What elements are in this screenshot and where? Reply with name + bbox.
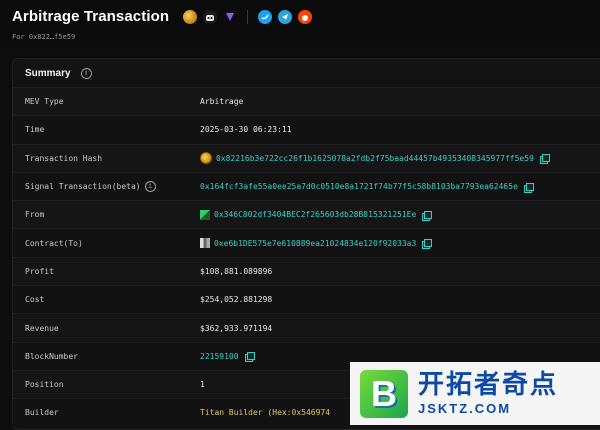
- row-label: Signal Transaction(beta) i: [13, 181, 200, 193]
- contract-avatar-icon: [200, 238, 210, 249]
- row-label: BlockNumber: [25, 351, 78, 361]
- cost-value: $254,052.881298: [200, 295, 273, 305]
- row-profit: Profit $108,881.089896: [13, 256, 600, 286]
- signal-transaction-value: 0x164fcf3afe55a0ee25a7d0c0510e8a1721f74b…: [200, 182, 534, 193]
- profit-value: $108,881.089896: [200, 266, 273, 276]
- watermark-logo-icon: [360, 369, 408, 418]
- from-value: 0x346C802df3404BEC2f265603db28B815321251…: [200, 209, 433, 221]
- icon-divider: [247, 9, 249, 24]
- revenue-value: $362,933.971194: [200, 323, 273, 333]
- transaction-hash-value: 0x82216b3e722cc26f1b1625078a2fdb2f75baad…: [200, 152, 550, 165]
- time-value: 2025-03-30 06:23:11: [200, 125, 292, 135]
- row-label: Builder: [25, 408, 59, 418]
- page-title: Arbitrage Transaction: [12, 8, 170, 25]
- coin-icon[interactable]: [183, 9, 198, 24]
- builder-link[interactable]: Titan Builder (Hex:0x546974: [200, 408, 330, 417]
- block-number-link[interactable]: 22159100: [200, 352, 239, 361]
- row-label: Time: [25, 125, 45, 135]
- position-value: 1: [200, 380, 205, 390]
- flashbots-icon[interactable]: [223, 10, 237, 24]
- mev-type-value: Arbitrage: [200, 97, 244, 107]
- watermark-domain: JSKTZ.COM: [418, 401, 512, 416]
- signal-transaction-link[interactable]: 0x164fcf3afe55a0ee25a7d0c0510e8a1721f74b…: [200, 182, 518, 191]
- from-address-link[interactable]: 0x346C802df3404BEC2f265603db28B815321251…: [214, 210, 416, 219]
- reddit-icon[interactable]: [298, 9, 313, 24]
- copy-icon[interactable]: [422, 239, 433, 250]
- row-label: Profit: [25, 266, 54, 276]
- copy-icon[interactable]: [539, 154, 550, 165]
- info-icon[interactable]: i: [80, 67, 92, 79]
- watermark-chinese-text: 开拓者奇点: [418, 370, 559, 400]
- row-label: MEV Type: [25, 97, 64, 107]
- for-address-subline: For 0x822…f5e59: [12, 33, 76, 41]
- row-from: From 0x346C802df3404BEC2f265603db28B8153…: [13, 200, 600, 229]
- bot-icon[interactable]: [203, 9, 218, 24]
- copy-icon[interactable]: [523, 182, 534, 193]
- row-label: Cost: [25, 295, 45, 305]
- watermark-text: 开拓者奇点 JSKTZ.COM: [418, 371, 558, 416]
- copy-icon[interactable]: [422, 210, 433, 221]
- contract-value: 0xe6b1DE575e7e610889ea21024834e120f92033…: [200, 238, 433, 250]
- title-row: Arbitrage Transaction: [12, 8, 313, 25]
- contract-address-link[interactable]: 0xe6b1DE575e7e610889ea21024834e120f92033…: [214, 239, 416, 248]
- watermark-banner: 开拓者奇点 JSKTZ.COM: [350, 362, 600, 425]
- row-label: Revenue: [25, 323, 59, 333]
- telegram-icon[interactable]: [278, 9, 293, 24]
- builder-value: Titan Builder (Hex:0x546974: [200, 408, 330, 417]
- transaction-hash-link[interactable]: 0x82216b3e722cc26f1b1625078a2fdb2f75baad…: [216, 154, 534, 163]
- block-number-value: 22159100: [200, 352, 255, 363]
- summary-title: Summary: [25, 67, 71, 79]
- info-icon[interactable]: i: [144, 181, 156, 193]
- copy-icon[interactable]: [244, 352, 255, 363]
- header-icon-group: [183, 9, 313, 24]
- row-mev-type: MEV Type Arbitrage: [13, 87, 600, 116]
- row-transaction-hash: Transaction Hash 0x82216b3e722cc26f1b162…: [13, 143, 600, 172]
- row-label: Position: [25, 380, 64, 390]
- row-signal-transaction: Signal Transaction(beta) i 0x164fcf3afe5…: [13, 171, 600, 201]
- row-revenue: Revenue $362,933.971194: [13, 313, 600, 342]
- top-header: Arbitrage Transaction For 0x822…f5e59: [0, 0, 600, 48]
- signal-label-text: Signal Transaction(beta): [25, 182, 141, 192]
- row-label: From: [25, 210, 45, 220]
- row-label: Contract(To): [25, 238, 83, 248]
- summary-header: Summary i: [13, 59, 600, 87]
- row-label: Transaction Hash: [25, 153, 103, 163]
- row-contract: Contract(To) 0xe6b1DE575e7e610889ea21024…: [13, 228, 600, 257]
- coin-icon: [200, 152, 212, 165]
- row-cost: Cost $254,052.881298: [13, 285, 600, 314]
- twitter-icon[interactable]: [258, 9, 273, 24]
- row-time: Time 2025-03-30 06:23:11: [13, 115, 600, 144]
- from-avatar-icon: [200, 209, 210, 220]
